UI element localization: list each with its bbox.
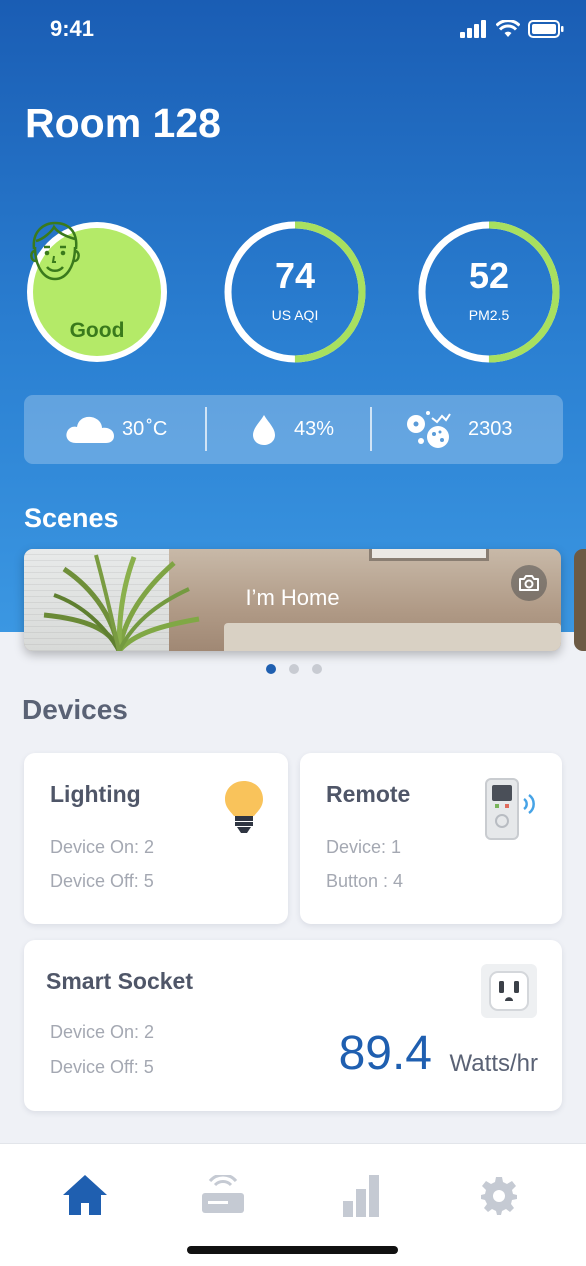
devices-title: Devices: [22, 694, 128, 725]
cellular-signal-icon: [460, 20, 486, 38]
gear-icon: [481, 1177, 517, 1215]
scene-picture-frame: [369, 549, 489, 561]
particles-value: 2303: [468, 418, 513, 440]
weather-bar: 30 ˚C 43% 2303: [24, 395, 563, 464]
scene-camera-button[interactable]: [511, 565, 547, 601]
smart-socket-card[interactable]: Smart Socket Device On: 2 Device Off: 5 …: [24, 940, 562, 1111]
outlet-glyph: [489, 971, 529, 1011]
home-indicator: [187, 1246, 398, 1254]
particles-item: 2303: [404, 395, 513, 464]
scene-sofa: [224, 623, 561, 651]
divider: [370, 407, 372, 451]
socket-off-count: Device Off: 5: [50, 1057, 154, 1077]
power-value: 89.4: [338, 1027, 432, 1080]
power-unit: Watts/hr: [449, 1050, 538, 1077]
aqi-gauge[interactable]: 74 US AQI: [222, 219, 368, 365]
pm25-gauge[interactable]: 52 PM2.5: [416, 219, 562, 365]
scenes-pagination: [266, 664, 322, 674]
water-drop-icon: [253, 414, 275, 445]
remote-card[interactable]: Remote Device: 1 Button : 4: [300, 753, 562, 924]
lighting-off-count: Device Off: 5: [50, 871, 154, 891]
aqi-label: US AQI: [271, 307, 319, 323]
page-dot[interactable]: [289, 664, 299, 674]
socket-title: Smart Socket: [46, 968, 194, 994]
scene-name: I’m Home: [245, 585, 340, 610]
power-outlet-icon: [481, 964, 537, 1018]
room-title: Room 128: [25, 100, 221, 146]
divider: [205, 407, 207, 451]
particles-icon: [407, 410, 451, 448]
temperature-unit: ˚C: [146, 418, 168, 440]
scene-card-im-home[interactable]: I’m Home: [24, 549, 561, 651]
pm25-label: PM2.5: [468, 307, 510, 323]
humidity-value: 43%: [294, 418, 335, 440]
page-dot[interactable]: [266, 664, 276, 674]
status-time: 9:41: [50, 16, 95, 41]
remote-control-icon: [485, 778, 535, 840]
tab-settings[interactable]: [474, 1170, 524, 1220]
router-icon: [202, 1175, 244, 1213]
status-bar: 9:41: [0, 0, 586, 60]
tab-statistics[interactable]: [336, 1170, 386, 1220]
bar-chart-icon: [343, 1175, 379, 1217]
lighting-card[interactable]: Lighting Device On: 2 Device Off: 5: [24, 753, 288, 924]
scenes-title: Scenes: [24, 503, 119, 533]
air-quality-label: Good: [69, 319, 125, 342]
cloud-icon: [66, 416, 114, 443]
socket-on-count: Device On: 2: [50, 1022, 155, 1042]
temperature-item: 30 ˚C: [64, 395, 167, 464]
air-quality-status[interactable]: Good: [24, 219, 170, 365]
temperature-value: 30: [122, 418, 145, 440]
smiling-face-icon: [30, 221, 80, 281]
remote-title: Remote: [326, 781, 411, 807]
home-icon: [63, 1175, 107, 1215]
wifi-icon: [496, 20, 520, 37]
pm25-value: 52: [468, 255, 510, 296]
lighting-title: Lighting: [50, 781, 141, 807]
light-bulb-icon: [225, 781, 263, 833]
aqi-value: 74: [274, 255, 316, 296]
camera-icon: [519, 575, 539, 591]
tab-devices[interactable]: [198, 1170, 248, 1220]
status-icons: [460, 20, 564, 38]
tab-home[interactable]: [60, 1170, 110, 1220]
battery-icon: [528, 20, 564, 38]
scene-card-next[interactable]: [574, 549, 586, 651]
remote-button-count: Button : 4: [326, 871, 404, 891]
page-dot[interactable]: [312, 664, 322, 674]
remote-device-count: Device: 1: [326, 837, 402, 857]
lighting-on-count: Device On: 2: [50, 837, 155, 857]
humidity-item: 43%: [250, 395, 334, 464]
